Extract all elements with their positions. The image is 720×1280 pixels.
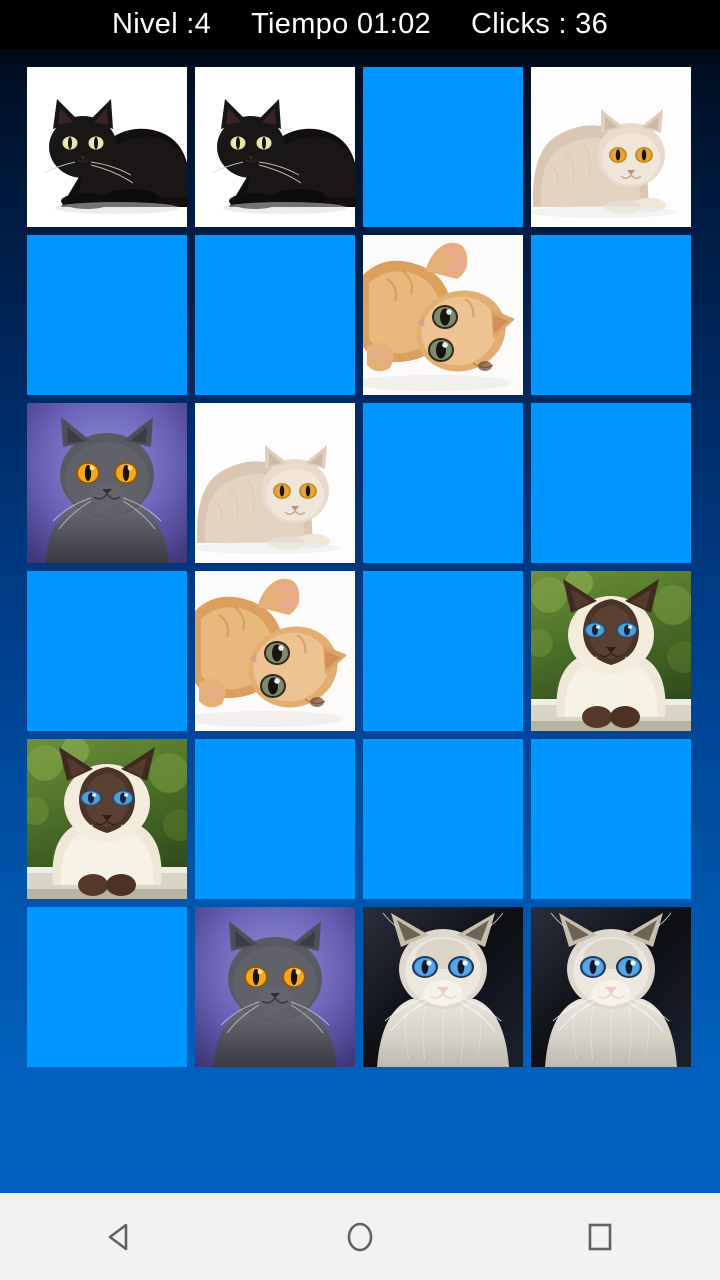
- card-back-art: [363, 739, 523, 899]
- card-back-art: [531, 235, 691, 395]
- cream-cat-art: [531, 67, 691, 227]
- clicks-stat: Clicks : 36: [470, 8, 609, 40]
- grey-cat-art: [195, 907, 355, 1067]
- memory-card-grid: [27, 67, 692, 1067]
- memory-card-hidden[interactable]: [195, 235, 355, 395]
- game-status-bar: Nivel :4 Tiempo 01:02 Clicks : 36: [0, 0, 720, 49]
- card-back-art: [531, 403, 691, 563]
- cream-cat-art: [195, 403, 355, 563]
- memory-card-revealed[interactable]: [531, 67, 691, 227]
- memory-card-hidden[interactable]: [363, 571, 523, 731]
- card-back-art: [363, 67, 523, 227]
- android-navigation-bar: [0, 1193, 720, 1280]
- back-icon: [108, 1223, 128, 1250]
- memory-card-revealed[interactable]: [531, 571, 691, 731]
- memory-card-revealed[interactable]: [531, 907, 691, 1067]
- memory-card-hidden[interactable]: [195, 739, 355, 899]
- card-back-art: [27, 907, 187, 1067]
- home-button[interactable]: [300, 1193, 420, 1280]
- memory-card-revealed[interactable]: [27, 403, 187, 563]
- card-back-art: [195, 739, 355, 899]
- app-screen: Nivel :4 Tiempo 01:02 Clicks : 36: [0, 0, 720, 1280]
- memory-card-revealed[interactable]: [363, 235, 523, 395]
- ragdoll-cat-art: [363, 907, 523, 1067]
- recents-icon: [588, 1223, 612, 1250]
- memory-card-hidden[interactable]: [531, 739, 691, 899]
- ginger-kitten-art: [195, 571, 355, 731]
- memory-card-revealed[interactable]: [195, 907, 355, 1067]
- memory-card-hidden[interactable]: [363, 403, 523, 563]
- card-back-art: [27, 571, 187, 731]
- grey-cat-art: [27, 403, 187, 563]
- recents-button[interactable]: [540, 1193, 660, 1280]
- memory-card-hidden[interactable]: [27, 235, 187, 395]
- level-stat: Nivel :4: [111, 8, 212, 40]
- back-button[interactable]: [60, 1193, 180, 1280]
- memory-card-hidden[interactable]: [363, 67, 523, 227]
- card-back-art: [531, 739, 691, 899]
- black-cat-art: [27, 67, 187, 227]
- memory-card-hidden[interactable]: [363, 739, 523, 899]
- home-icon: [347, 1222, 373, 1251]
- black-cat-art: [195, 67, 355, 227]
- card-back-art: [363, 571, 523, 731]
- memory-card-revealed[interactable]: [27, 739, 187, 899]
- card-back-art: [363, 403, 523, 563]
- card-back-art: [27, 235, 187, 395]
- time-stat: Tiempo 01:02: [251, 8, 431, 40]
- memory-card-hidden[interactable]: [531, 235, 691, 395]
- memory-card-hidden[interactable]: [27, 571, 187, 731]
- siamese-cat-art: [27, 739, 187, 899]
- card-back-art: [195, 235, 355, 395]
- siamese-cat-art: [531, 571, 691, 731]
- memory-card-revealed[interactable]: [363, 907, 523, 1067]
- memory-card-hidden[interactable]: [531, 403, 691, 563]
- ginger-kitten-art: [363, 235, 523, 395]
- memory-card-revealed[interactable]: [195, 571, 355, 731]
- memory-card-revealed[interactable]: [27, 67, 187, 227]
- memory-card-hidden[interactable]: [27, 907, 187, 1067]
- memory-card-revealed[interactable]: [195, 67, 355, 227]
- memory-card-revealed[interactable]: [195, 403, 355, 563]
- ragdoll-cat-art: [531, 907, 691, 1067]
